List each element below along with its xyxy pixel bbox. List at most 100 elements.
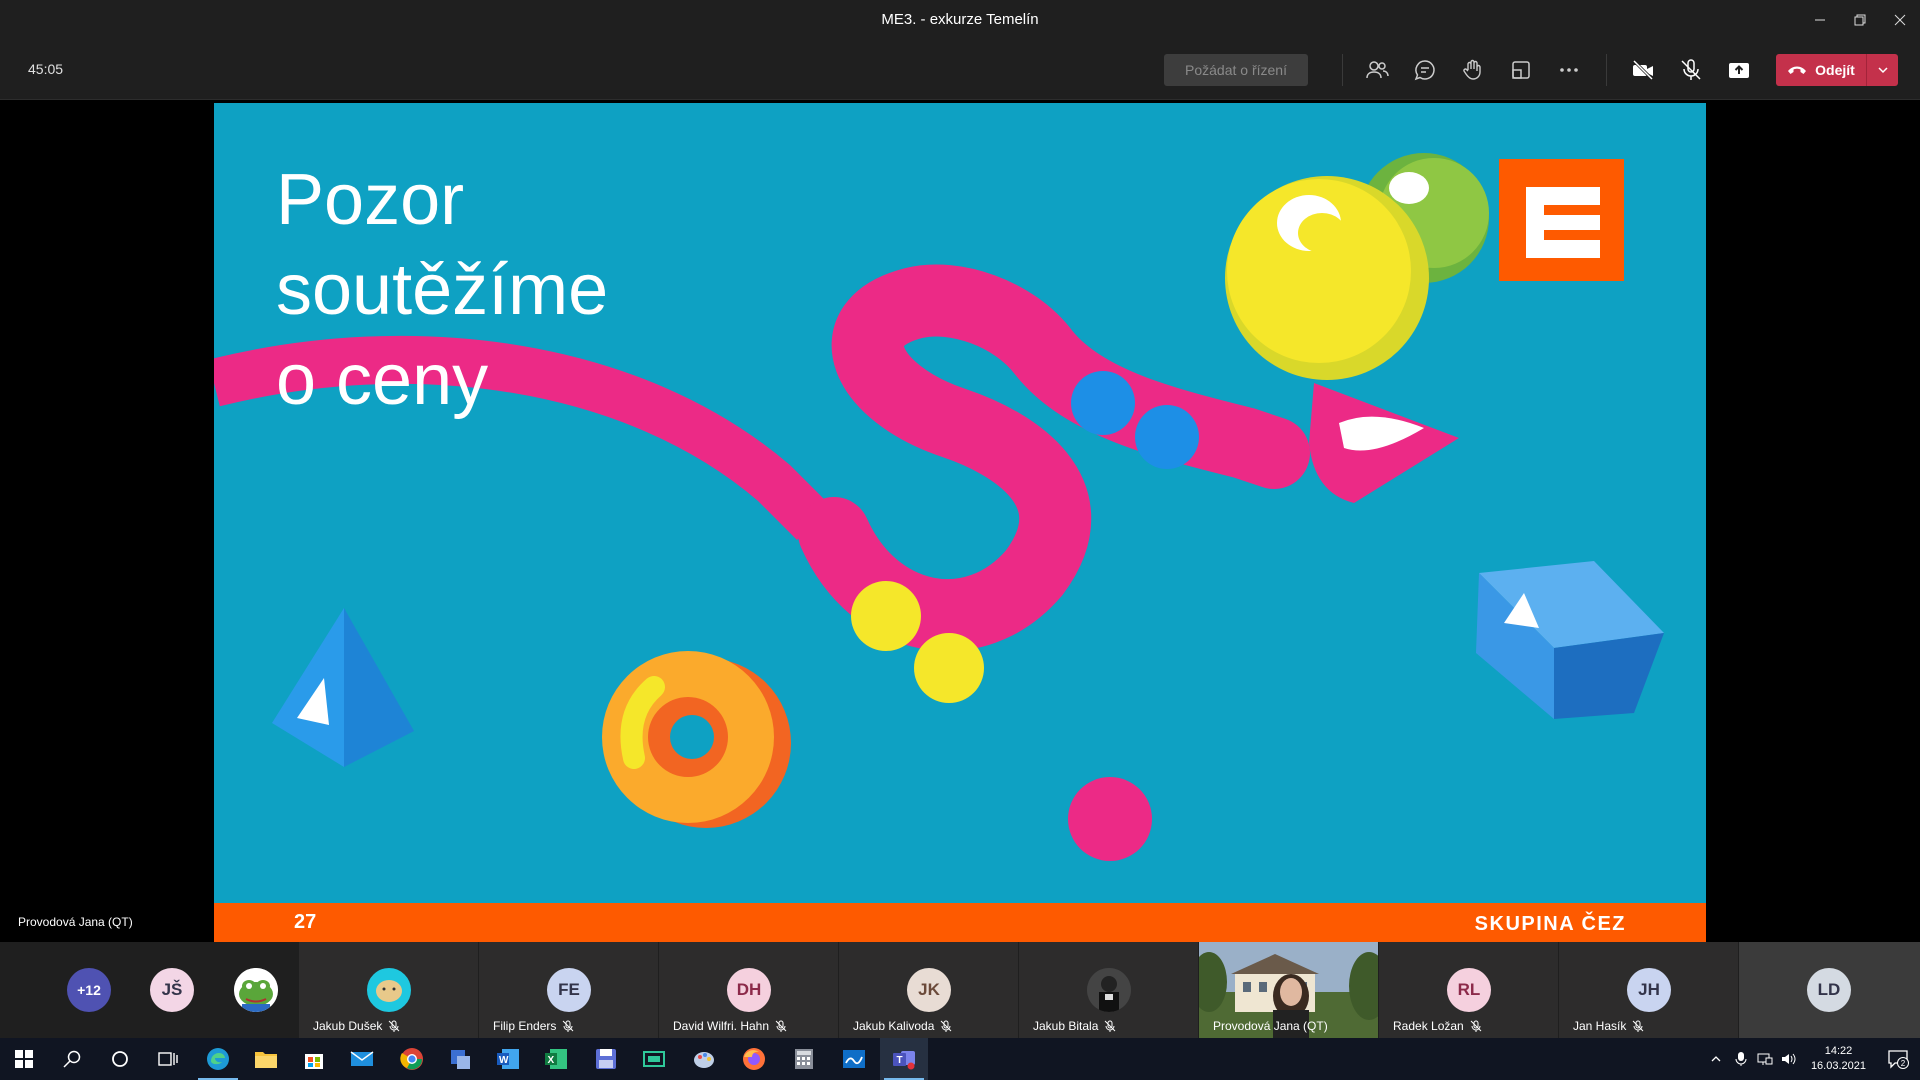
participant-tile[interactable]: RL Radek Ložan bbox=[1379, 942, 1558, 1038]
taskbar-teams[interactable]: T bbox=[880, 1038, 928, 1080]
participant-name: Jan Hasík bbox=[1573, 1019, 1644, 1033]
participant-tile[interactable]: Jakub Bitala bbox=[1019, 942, 1198, 1038]
participant-tile[interactable]: FE Filip Enders bbox=[479, 942, 658, 1038]
microphone-tray-button[interactable] bbox=[1729, 1038, 1753, 1080]
avatar: FE bbox=[547, 968, 591, 1012]
avatar[interactable] bbox=[234, 968, 278, 1012]
reactions-button[interactable] bbox=[1459, 56, 1487, 84]
network-tray-button[interactable] bbox=[1753, 1038, 1777, 1080]
request-control-button[interactable]: Požádat o řízení bbox=[1164, 54, 1308, 86]
chat-icon bbox=[1414, 60, 1435, 81]
windows-taskbar: W X T 14:22 16.03.2021 2 bbox=[0, 1038, 1920, 1080]
leave-options-button[interactable] bbox=[1867, 54, 1898, 86]
taskbar-excel[interactable]: X bbox=[532, 1038, 580, 1080]
mail-icon bbox=[350, 1051, 374, 1066]
cortana-button[interactable] bbox=[96, 1038, 144, 1080]
taskbar-store[interactable] bbox=[290, 1038, 338, 1080]
volume-icon bbox=[1781, 1053, 1796, 1065]
slide-title: Pozor soutěžíme o ceny bbox=[276, 155, 608, 425]
mic-toggle-button[interactable] bbox=[1677, 56, 1705, 84]
phone-hangup-icon bbox=[1788, 66, 1807, 74]
slide-title-line: soutěžíme bbox=[276, 250, 609, 330]
leave-button[interactable]: Odejít bbox=[1776, 54, 1898, 86]
participant-tile[interactable]: Jakub Dušek bbox=[299, 942, 478, 1038]
taskbar-calculator[interactable] bbox=[780, 1038, 828, 1080]
taskbar-word[interactable]: W bbox=[484, 1038, 532, 1080]
task-view-button[interactable] bbox=[144, 1038, 192, 1080]
rooms-button[interactable] bbox=[1507, 56, 1535, 84]
network-icon bbox=[1757, 1053, 1773, 1065]
windows-logo-icon bbox=[15, 1050, 33, 1068]
taskbar-edge[interactable] bbox=[194, 1038, 242, 1080]
word-icon: W bbox=[497, 1049, 519, 1069]
photo-avatar-icon bbox=[1087, 968, 1131, 1012]
meeting-timer: 45:05 bbox=[28, 61, 64, 77]
taskbar-chrome[interactable] bbox=[388, 1038, 436, 1080]
participants-icon bbox=[1366, 61, 1389, 79]
notifications-icon: 2 bbox=[1888, 1050, 1909, 1069]
participant-name: Jakub Bitala bbox=[1033, 1019, 1116, 1033]
show-hidden-icons-button[interactable] bbox=[1703, 1038, 1729, 1080]
mic-off-icon bbox=[1681, 59, 1701, 80]
mic-off-icon bbox=[775, 1020, 787, 1032]
pink-ball bbox=[1068, 777, 1152, 861]
taskbar-paint[interactable] bbox=[680, 1038, 728, 1080]
blue-pyramid-right bbox=[344, 608, 414, 767]
taskbar-app[interactable] bbox=[436, 1038, 484, 1080]
more-options-button[interactable] bbox=[1555, 56, 1583, 84]
teams-icon: T bbox=[893, 1051, 915, 1070]
frog-avatar-icon bbox=[234, 968, 278, 1012]
participant-name: Jakub Kalivoda bbox=[853, 1019, 952, 1033]
close-icon bbox=[1894, 14, 1906, 26]
start-button[interactable] bbox=[0, 1038, 48, 1080]
restore-button[interactable] bbox=[1840, 0, 1880, 40]
slide-brand: SKUPINA ČEZ bbox=[1474, 913, 1626, 935]
participant-tile[interactable]: DH David Wilfri. Hahn bbox=[659, 942, 838, 1038]
chat-button[interactable] bbox=[1411, 56, 1439, 84]
avatar: DH bbox=[727, 968, 771, 1012]
share-button[interactable] bbox=[1725, 56, 1753, 84]
restore-icon bbox=[1854, 14, 1866, 26]
volume-tray-button[interactable] bbox=[1777, 1038, 1801, 1080]
overflow-participants-button[interactable]: +12 bbox=[67, 968, 111, 1012]
participant-video-tile[interactable]: Provodová Jana (QT) bbox=[1199, 942, 1378, 1038]
action-center-button[interactable]: 2 bbox=[1876, 1038, 1920, 1080]
more-icon bbox=[1560, 68, 1578, 72]
mic-off-icon bbox=[1105, 1020, 1116, 1032]
mic-off-icon bbox=[1470, 1020, 1482, 1032]
camera-toggle-button[interactable] bbox=[1629, 56, 1657, 84]
presenter-label: Provodová Jana (QT) bbox=[18, 915, 133, 929]
close-window-button[interactable] bbox=[1880, 0, 1920, 40]
clock-date: 16.03.2021 bbox=[1810, 1060, 1866, 1072]
reactions-icon bbox=[1463, 59, 1481, 80]
search-button[interactable] bbox=[48, 1038, 96, 1080]
taskbar-mail[interactable] bbox=[338, 1038, 386, 1080]
participant-tile[interactable]: JH Jan Hasík bbox=[1559, 942, 1738, 1038]
participant-tile[interactable]: LD bbox=[1739, 942, 1920, 1038]
avatar[interactable]: JŠ bbox=[150, 968, 194, 1012]
app-icon bbox=[451, 1050, 470, 1069]
whiteboard-icon bbox=[843, 1050, 865, 1068]
taskbar-save-app[interactable] bbox=[582, 1038, 630, 1080]
chevron-up-icon bbox=[1711, 1056, 1721, 1062]
presentation-slide: Pozor soutěžíme o ceny 27 SKUPINA ČEZ bbox=[214, 103, 1706, 943]
taskbar-file-explorer[interactable] bbox=[242, 1038, 290, 1080]
participants-button[interactable] bbox=[1363, 56, 1391, 84]
participant-name: Radek Ložan bbox=[1393, 1019, 1482, 1033]
firefox-icon bbox=[743, 1048, 765, 1070]
taskbar-clock[interactable]: 14:22 16.03.2021 bbox=[1801, 1044, 1876, 1074]
taskbar-firefox[interactable] bbox=[730, 1038, 778, 1080]
camera-off-icon bbox=[1632, 59, 1654, 81]
minimize-button[interactable] bbox=[1800, 0, 1840, 40]
yellow-dot bbox=[851, 581, 921, 651]
yellow-sphere-shade bbox=[1298, 213, 1346, 253]
window-controls bbox=[1800, 0, 1920, 40]
taskbar-app[interactable] bbox=[630, 1038, 678, 1080]
mic-off-icon bbox=[563, 1020, 574, 1032]
meeting-control-bar: 45:05 Požádat o řízení Odejít bbox=[0, 40, 1920, 100]
taskbar-whiteboard[interactable] bbox=[830, 1038, 878, 1080]
leave-main-button[interactable]: Odejít bbox=[1776, 54, 1866, 86]
calculator-icon bbox=[795, 1049, 813, 1069]
folder-icon bbox=[255, 1052, 277, 1068]
participant-tile[interactable]: JK Jakub Kalivoda bbox=[839, 942, 1018, 1038]
